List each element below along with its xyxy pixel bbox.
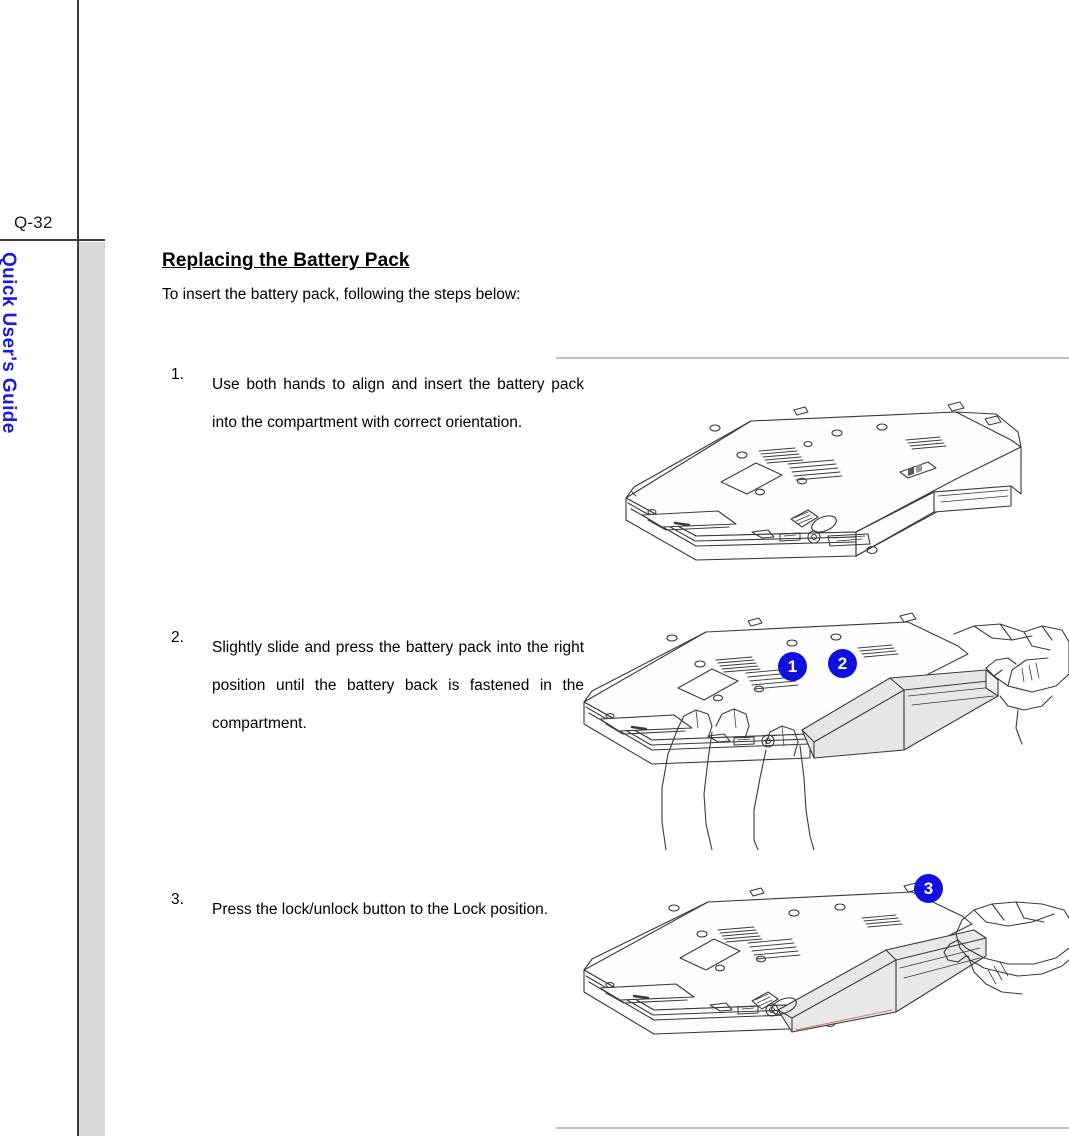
step-text: Press the lock/unlock button to the Lock… [212,901,549,918]
section-content: Replacing the Battery Pack To insert the… [162,250,534,304]
page-number: Q-32 [14,213,53,232]
header-horizontal-rule [0,239,105,241]
step-number: 3. [171,891,184,908]
hand-pressing-lock-illustration [583,882,1069,1035]
header-vertical-rule [77,0,79,241]
figure-rule-top [556,357,1069,359]
step-text: Slightly slide and press the battery pac… [212,639,584,732]
sidebar-caption: Quick User's Guide [0,252,19,434]
callout-badge-2: 2 [828,649,857,678]
page-title: Replacing the Battery Pack [162,250,410,271]
hands-inserting-battery-illustration [583,612,1069,850]
figure-rule-bottom [556,1127,1069,1129]
step-number: 2. [171,629,184,646]
step-number: 1. [171,366,184,383]
sidebar-strip [79,242,105,1136]
callout-badge-1: 1 [778,652,807,681]
figure-lock-button: 3 [556,860,1069,1095]
figure-inserting-battery: 1 2 [556,610,1069,850]
callout-badge-3: 3 [914,874,943,903]
figure-column: 1 2 3 [556,352,1069,1136]
section-intro: To insert the battery pack, following th… [162,286,521,303]
figure-notebook-bottom [556,384,1069,594]
step-text: Use both hands to align and insert the b… [212,376,584,431]
list-item: 2. Slightly slide and press the battery … [162,629,584,743]
notebook-bottom-illustration [625,401,1022,561]
list-item: 3. Press the lock/unlock button to the L… [162,891,584,929]
list-item: 1. Use both hands to align and insert th… [162,366,584,442]
manual-page: Q-32 Quick User's Guide Replacing the Ba… [0,0,1069,1136]
